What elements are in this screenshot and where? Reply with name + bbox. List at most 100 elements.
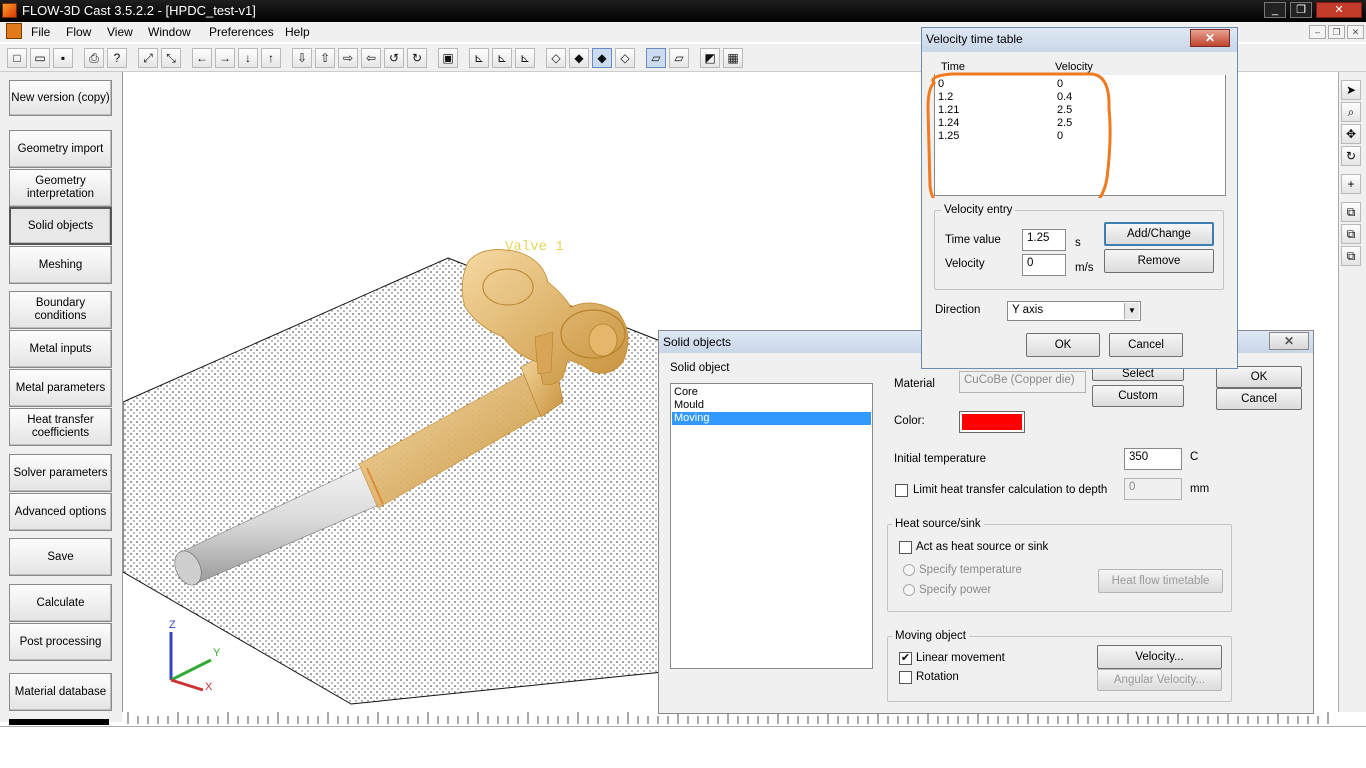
solid-objects-title: Solid objects	[663, 335, 732, 349]
open-folder-icon[interactable]: ▭	[30, 48, 50, 68]
list-item[interactable]: Core	[672, 386, 871, 399]
velocity-close-icon[interactable]: ✕	[1190, 29, 1230, 47]
heat-flow-timetable-button: Heat flow timetable	[1098, 569, 1223, 593]
save-icon[interactable]: ▪	[53, 48, 73, 68]
list-item[interactable]: Mould	[672, 399, 871, 412]
shaded-edges-icon[interactable]: ◆	[592, 48, 612, 68]
document-icon[interactable]	[6, 23, 22, 39]
select-material-button[interactable]: Select	[1092, 367, 1184, 381]
new-file-icon[interactable]: □	[7, 48, 27, 68]
menu-preferences[interactable]: Preferences	[209, 25, 274, 39]
depth-unit: mm	[1190, 483, 1210, 495]
wireframe-icon[interactable]: ◇	[546, 48, 566, 68]
view-xy-icon[interactable]: ⊾	[515, 48, 535, 68]
probe-icon[interactable]: +	[1341, 174, 1361, 194]
help-icon[interactable]: ?	[107, 48, 127, 68]
rotate-down-icon[interactable]: ⇩	[292, 48, 312, 68]
layer-front-icon[interactable]: ⧉	[1341, 202, 1361, 222]
right-toolbar	[1338, 72, 1366, 712]
velocity-ok-button[interactable]: OK	[1026, 333, 1100, 357]
material-database-button[interactable]: Material database	[9, 673, 112, 711]
axis-y-label: Y	[213, 647, 221, 659]
rotate-left-icon[interactable]: ⇦	[361, 48, 381, 68]
add-change-button[interactable]: Add/Change	[1104, 222, 1214, 246]
metal-parameters-button[interactable]: Metal parameters	[9, 369, 112, 407]
limit-depth-checkbox[interactable]	[895, 484, 908, 497]
material-label: Material	[894, 378, 935, 390]
mdi-close-button[interactable]: ✕	[1347, 25, 1364, 39]
solid-cancel-button[interactable]: Cancel	[1216, 388, 1302, 410]
post-processing-button[interactable]: Post processing	[9, 623, 112, 661]
maximize-button[interactable]: ❐	[1290, 2, 1312, 18]
layer-back-icon[interactable]: ⧉	[1341, 246, 1361, 266]
zoom-extents-icon[interactable]: ⤢	[138, 48, 158, 68]
menu-view[interactable]: View	[107, 25, 133, 39]
act-heat-source-checkbox[interactable]	[899, 541, 912, 554]
velocity-field[interactable]: 0	[1022, 254, 1066, 276]
orthographic-icon[interactable]: ▱	[669, 48, 689, 68]
chevron-down-icon[interactable]: ▼	[1124, 303, 1139, 319]
rotate-cw-icon[interactable]: ↻	[407, 48, 427, 68]
menu-flow[interactable]: Flow	[66, 25, 91, 39]
view-yz-icon[interactable]: ⊾	[492, 48, 512, 68]
initial-temperature-field[interactable]: 350	[1124, 448, 1182, 470]
arrow-up-icon[interactable]: ↑	[261, 48, 281, 68]
limit-depth-label: Limit heat transfer calculation to depth	[913, 484, 1108, 496]
linear-movement-checkbox[interactable]: ✔	[899, 652, 912, 665]
color-swatch[interactable]	[959, 411, 1025, 433]
remove-button[interactable]: Remove	[1104, 249, 1214, 273]
geometry-import-button[interactable]: Geometry import	[9, 130, 112, 168]
velocity-button[interactable]: Velocity...	[1097, 645, 1222, 669]
hidden-line-icon[interactable]: ◇	[615, 48, 635, 68]
velocity-cancel-button[interactable]: Cancel	[1109, 333, 1183, 357]
geometry-interpretation-button[interactable]: Geometry interpretation	[9, 169, 112, 207]
arrow-left-icon[interactable]: ←	[192, 48, 212, 68]
ruler	[122, 712, 1338, 726]
calculate-button[interactable]: Calculate	[9, 584, 112, 622]
solid-objects-button[interactable]: Solid objects	[9, 207, 112, 245]
metal-inputs-button[interactable]: Metal inputs	[9, 330, 112, 368]
mdi-restore-button[interactable]: ❐	[1328, 25, 1345, 39]
layer-middle-icon[interactable]: ⧉	[1341, 224, 1361, 244]
meshing-button[interactable]: Meshing	[9, 246, 112, 284]
mesh-view-icon[interactable]: ◩	[700, 48, 720, 68]
solid-close-icon[interactable]: ✕	[1269, 332, 1309, 350]
direction-select[interactable]: Y axis ▼	[1007, 301, 1141, 321]
arrow-down-icon[interactable]: ↓	[238, 48, 258, 68]
pan-icon[interactable]: ✥	[1341, 124, 1361, 144]
menu-file[interactable]: File	[31, 25, 50, 39]
zoom-fit-icon[interactable]: ⤡	[161, 48, 181, 68]
advanced-options-button[interactable]: Advanced options	[9, 493, 112, 531]
arrow-right-icon[interactable]: →	[215, 48, 235, 68]
rotate-up-icon[interactable]: ⇧	[315, 48, 335, 68]
close-button[interactable]: ✕	[1316, 2, 1362, 18]
custom-material-button[interactable]: Custom	[1092, 385, 1184, 407]
minimize-button[interactable]: _	[1264, 2, 1286, 18]
window-title: FLOW-3D Cast 3.5.2.2 - [HPDC_test-v1]	[22, 3, 256, 18]
menu-help[interactable]: Help	[285, 25, 310, 39]
rotation-checkbox[interactable]	[899, 671, 912, 684]
save-button[interactable]: Save	[9, 538, 112, 576]
heat-transfer-coefficients-button[interactable]: Heat transfer coefficients	[9, 408, 112, 446]
rotate-icon[interactable]: ↻	[1341, 146, 1361, 166]
zoom-icon[interactable]: ⌕	[1341, 102, 1361, 122]
menu-window[interactable]: Window	[148, 25, 191, 39]
rotate-ccw-icon[interactable]: ↺	[384, 48, 404, 68]
perspective-icon[interactable]: ▱	[646, 48, 666, 68]
solid-ok-button[interactable]: OK	[1216, 366, 1302, 388]
direction-label: Direction	[935, 304, 981, 316]
solver-parameters-button[interactable]: Solver parameters	[9, 454, 112, 492]
print-icon[interactable]: ⎙	[84, 48, 104, 68]
shaded-icon[interactable]: ◆	[569, 48, 589, 68]
time-value-field[interactable]: 1.25	[1022, 229, 1066, 251]
boundary-conditions-button[interactable]: Boundary conditions	[9, 291, 112, 329]
mdi-minimize-button[interactable]: –	[1309, 25, 1326, 39]
solid-object-list[interactable]: Core Mould Moving	[670, 383, 873, 669]
list-item[interactable]: Moving	[672, 412, 871, 425]
view-xz-icon[interactable]: ⊾	[469, 48, 489, 68]
select-pointer-icon[interactable]: ➤	[1341, 80, 1361, 100]
color-map-icon[interactable]: ▦	[723, 48, 743, 68]
new-version-button[interactable]: New version (copy)	[9, 80, 112, 116]
fit-view-icon[interactable]: ▣	[438, 48, 458, 68]
rotate-right-icon[interactable]: ⇨	[338, 48, 358, 68]
